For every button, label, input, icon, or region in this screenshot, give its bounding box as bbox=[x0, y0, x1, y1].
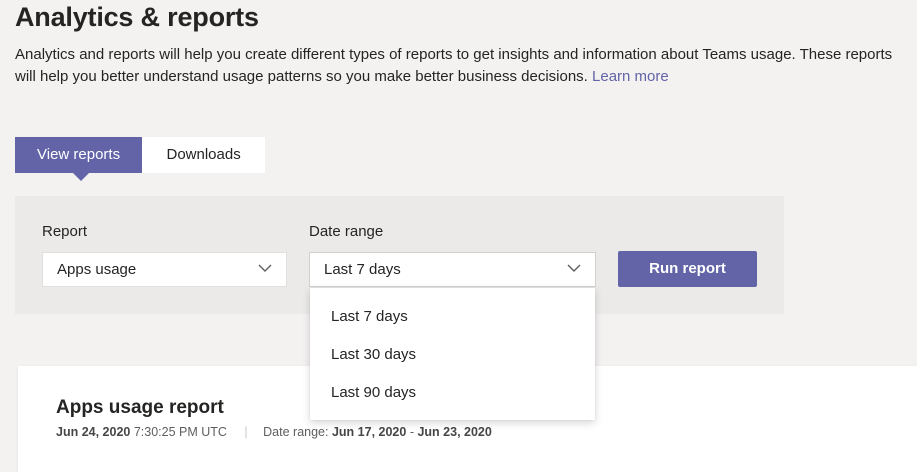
run-report-button[interactable]: Run report bbox=[618, 251, 757, 287]
range-start: Jun 17, 2020 bbox=[331, 425, 407, 439]
dropdown-item-last-90-days[interactable]: Last 90 days bbox=[310, 374, 595, 412]
description-text: Analytics and reports will help you crea… bbox=[15, 46, 893, 85]
range-end: Jun 23, 2020 bbox=[417, 425, 492, 439]
date-range-label: Date range bbox=[309, 223, 384, 240]
report-run-date: Jun 24, 2020 bbox=[56, 425, 131, 439]
report-label: Report bbox=[42, 223, 88, 240]
date-range-select[interactable]: Last 7 days bbox=[309, 252, 596, 287]
learn-more-link[interactable]: Learn more bbox=[592, 68, 669, 85]
report-meta: Jun 24, 2020 7:30:25 PM UTC | Date range… bbox=[56, 425, 492, 439]
tab-view-reports[interactable]: View reports bbox=[15, 137, 143, 181]
dropdown-item-last-30-days[interactable]: Last 30 days bbox=[310, 336, 595, 374]
report-select-value: Apps usage bbox=[57, 261, 137, 278]
page-description: Analytics and reports will help you crea… bbox=[15, 44, 895, 88]
range-separator: - bbox=[409, 425, 414, 439]
page-title: Analytics & reports bbox=[15, 2, 259, 32]
report-run-time: 7:30:25 PM UTC bbox=[133, 425, 227, 439]
date-range-dropdown: Last 7 days Last 30 days Last 90 days bbox=[310, 288, 595, 420]
date-range-select-value: Last 7 days bbox=[324, 261, 401, 278]
chevron-down-icon bbox=[567, 264, 581, 272]
date-range-prefix: Date range: bbox=[263, 425, 329, 439]
meta-separator: | bbox=[244, 425, 248, 439]
tab-downloads[interactable]: Downloads bbox=[142, 137, 266, 173]
report-title: Apps usage report bbox=[56, 397, 224, 418]
chevron-down-icon bbox=[258, 264, 272, 272]
report-select[interactable]: Apps usage bbox=[42, 252, 287, 287]
report-tabs: View reports Downloads bbox=[15, 137, 266, 181]
dropdown-item-last-7-days[interactable]: Last 7 days bbox=[310, 298, 595, 336]
